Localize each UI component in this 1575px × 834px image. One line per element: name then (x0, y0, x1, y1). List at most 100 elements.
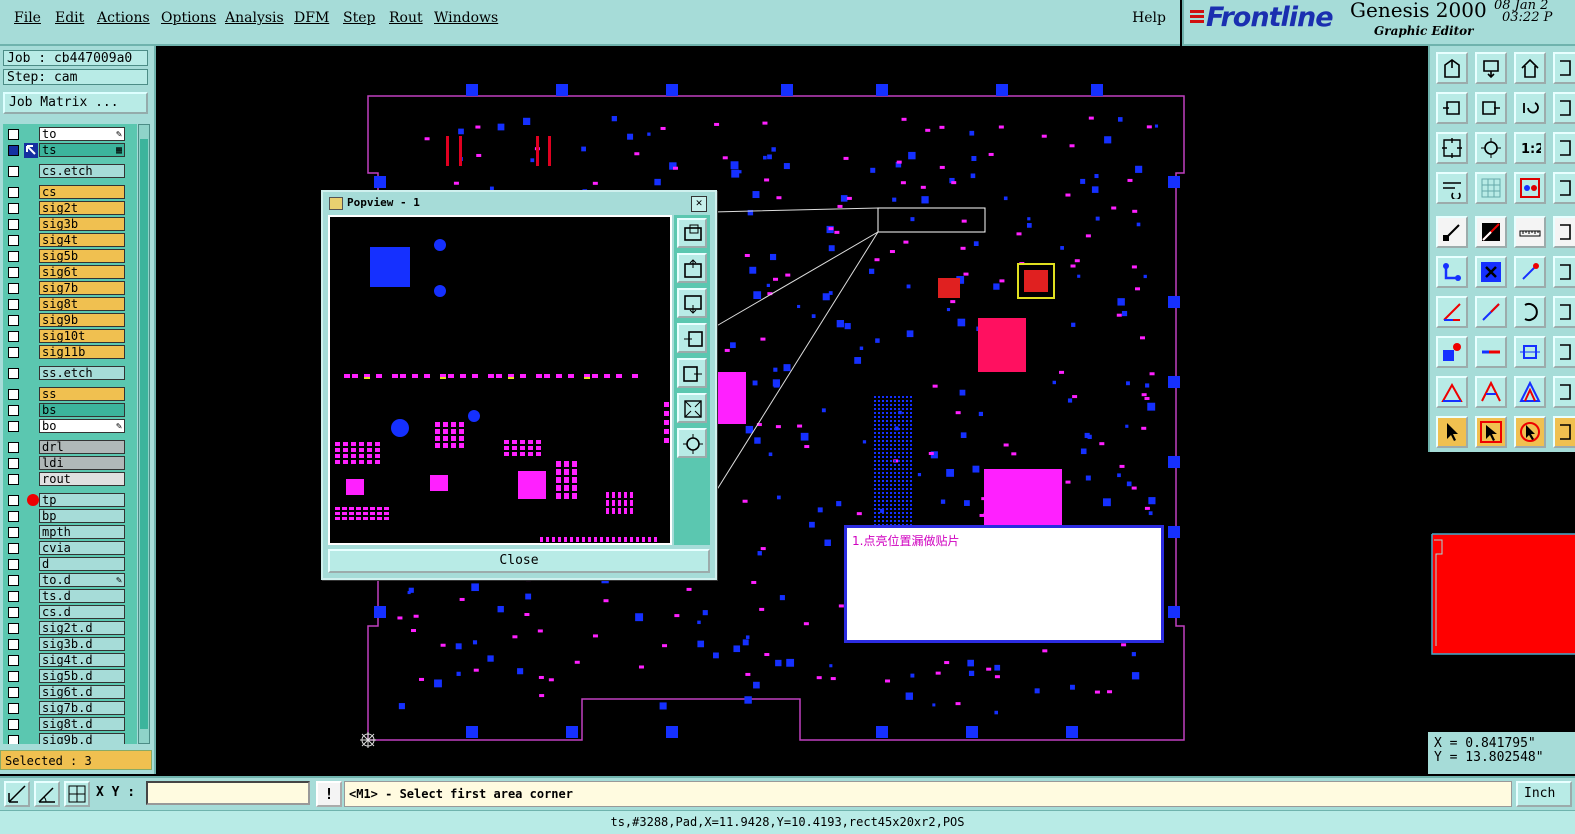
layer-checkbox[interactable] (8, 421, 19, 432)
popview-canvas[interactable] (328, 215, 672, 545)
layer-row-bp[interactable]: bp (5, 509, 127, 524)
layer-checkbox[interactable] (8, 389, 19, 400)
layer-row-sig3b[interactable]: sig3b (5, 217, 127, 232)
layer-checkbox[interactable] (8, 315, 19, 326)
extra-icon[interactable] (1553, 416, 1575, 448)
job-matrix-button[interactable]: Job Matrix ... (3, 92, 148, 114)
grid-snap-icon[interactable] (64, 781, 90, 807)
layer-row-sig5b-d[interactable]: sig5b.d (5, 669, 127, 684)
angle-mode-icon[interactable] (34, 781, 60, 807)
minus-icon[interactable] (1475, 336, 1507, 368)
layer-checkbox[interactable] (8, 251, 19, 262)
zoom-home-icon[interactable] (1436, 52, 1468, 84)
menu-step[interactable]: Step (343, 10, 375, 26)
layer-checkbox[interactable] (8, 129, 19, 140)
layer-scrollbar[interactable] (138, 124, 150, 744)
point-icon[interactable] (1514, 256, 1546, 288)
layer-row-cvia[interactable]: cvia (5, 541, 127, 556)
extra-icon[interactable] (1553, 52, 1575, 84)
layer-checkbox[interactable] (8, 203, 19, 214)
layer-checkbox[interactable] (8, 607, 19, 618)
layer-checkbox[interactable] (8, 719, 19, 730)
extra-icon[interactable] (1553, 172, 1575, 204)
layer-checkbox[interactable] (8, 299, 19, 310)
close-icon[interactable]: ✕ (691, 196, 707, 212)
layer-checkbox[interactable] (8, 591, 19, 602)
menu-analysis[interactable]: Analysis (225, 10, 284, 26)
layer-row-cs-etch[interactable]: cs.etch (5, 164, 127, 179)
layer-checkbox[interactable] (8, 219, 19, 230)
units-selector[interactable]: Inch (1516, 781, 1572, 807)
snap-mode-icon[interactable] (4, 781, 30, 807)
layer-row-ts[interactable]: ts ▦ (5, 143, 127, 158)
pan-down-icon[interactable] (1475, 52, 1507, 84)
layer-row-sig2t-d[interactable]: sig2t.d (5, 621, 127, 636)
popview-pan-left-icon[interactable] (677, 323, 707, 353)
popview-pan-up-icon[interactable] (677, 253, 707, 283)
layer-row-cs-d[interactable]: cs.d (5, 605, 127, 620)
layer-row-sig4t-d[interactable]: sig4t.d (5, 653, 127, 668)
layer-checkbox[interactable] (8, 267, 19, 278)
layer-row-to[interactable]: to ✎ (5, 127, 127, 142)
layer-checkbox[interactable] (8, 703, 19, 714)
extra-icon[interactable] (1553, 132, 1575, 164)
extra-icon[interactable] (1553, 92, 1575, 124)
layer-row-sig5b[interactable]: sig5b (5, 249, 127, 264)
layer-row-drl[interactable]: drl (5, 440, 127, 455)
snap-icon[interactable] (1436, 216, 1468, 248)
home-icon[interactable] (1514, 52, 1546, 84)
menu-options[interactable]: Options (161, 10, 216, 26)
menu-dfm[interactable]: DFM (294, 10, 329, 26)
layer-row-ts-d[interactable]: ts.d (5, 589, 127, 604)
triangle-a-icon[interactable] (1475, 376, 1507, 408)
triangle-icon[interactable] (1436, 376, 1468, 408)
layer-checkbox[interactable] (8, 474, 19, 485)
layer-checkbox[interactable] (8, 543, 19, 554)
layer-row-sig4t[interactable]: sig4t (5, 233, 127, 248)
delete-x-icon[interactable] (1475, 256, 1507, 288)
layer-checkbox[interactable] (8, 166, 19, 177)
layer-row-sig6t-d[interactable]: sig6t.d (5, 685, 127, 700)
menu-actions[interactable]: Actions (97, 10, 150, 26)
layer-checkbox[interactable] (8, 235, 19, 246)
layer-checkbox[interactable] (8, 347, 19, 358)
triangle-b-icon[interactable] (1514, 376, 1546, 408)
extra-icon[interactable] (1553, 376, 1575, 408)
layer-row-bo[interactable]: bo ✎ (5, 419, 127, 434)
layer-checkbox[interactable] (8, 623, 19, 634)
angle-line-icon[interactable] (1436, 296, 1468, 328)
layer-checkbox[interactable] (8, 495, 19, 506)
measure-ruler-icon[interactable] (1514, 216, 1546, 248)
layer-row-d[interactable]: d (5, 557, 127, 572)
scroll-thumb[interactable] (140, 139, 148, 729)
extra-icon[interactable] (1553, 336, 1575, 368)
layer-checkbox[interactable] (8, 283, 19, 294)
layer-row-ss-etch[interactable]: ss.etch (5, 366, 127, 381)
popview-titlebar[interactable]: Popview - 1 ✕ (325, 194, 711, 212)
popview-zoom-center-icon[interactable] (677, 428, 707, 458)
extra-icon[interactable] (1553, 296, 1575, 328)
popview-pan-right-icon[interactable] (677, 358, 707, 388)
layer-row-sig9b-d[interactable]: sig9b.d (5, 733, 127, 744)
layer-row-sig3b-d[interactable]: sig3b.d (5, 637, 127, 652)
layer-row-mpth[interactable]: mpth (5, 525, 127, 540)
layer-row-tp[interactable]: tp (5, 493, 127, 508)
layer-checkbox[interactable] (8, 331, 19, 342)
layer-row-ldi[interactable]: ldi (5, 456, 127, 471)
layer-row-sig10t[interactable]: sig10t (5, 329, 127, 344)
layer-checkbox[interactable] (8, 735, 19, 744)
layer-checkbox[interactable] (8, 655, 19, 666)
layer-checkbox[interactable] (8, 687, 19, 698)
popview-zoom-fit-icon[interactable] (677, 393, 707, 423)
menu-help[interactable]: Help (1132, 10, 1166, 26)
close-button[interactable]: Close (328, 549, 710, 573)
pad-add-icon[interactable] (1436, 336, 1468, 368)
tools-icon[interactable] (1436, 172, 1468, 204)
cursor-box-icon[interactable] (1475, 416, 1507, 448)
layer-row-sig7b[interactable]: sig7b (5, 281, 127, 296)
layer-row-cs[interactable]: cs (5, 185, 127, 200)
menu-file[interactable]: File (14, 10, 41, 26)
line-draw-icon[interactable] (1475, 216, 1507, 248)
layer-row-sig6t[interactable]: sig6t (5, 265, 127, 280)
undo-view-icon[interactable] (1514, 92, 1546, 124)
